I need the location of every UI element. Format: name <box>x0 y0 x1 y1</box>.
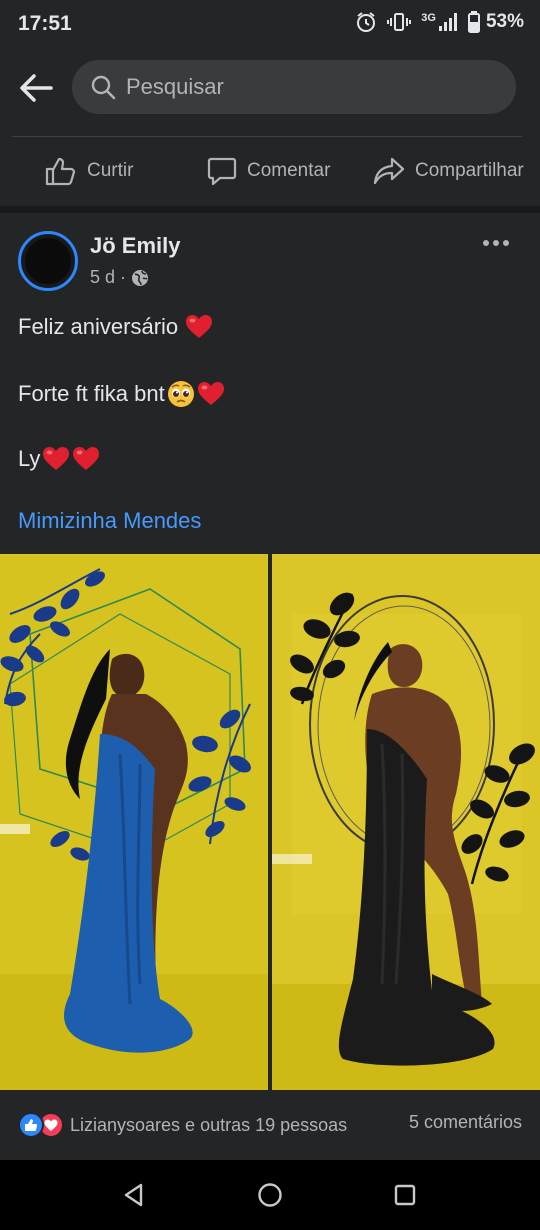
avatar[interactable] <box>18 231 78 291</box>
post-line: Forte ft fika bnt <box>18 380 225 408</box>
post-line-text: Forte ft fika bnt <box>18 381 165 406</box>
signal-icon <box>438 13 457 31</box>
status-icons: 3G 53% <box>355 11 524 33</box>
photo-image <box>0 554 268 1090</box>
post-time[interactable]: 5 d <box>90 267 115 288</box>
circle-home-icon <box>258 1183 282 1207</box>
heart-emoji-icon <box>186 315 213 338</box>
search-box[interactable] <box>72 60 516 114</box>
tagged-person-link[interactable]: Mimizinha Mendes <box>18 508 201 534</box>
system-nav-bar <box>0 1160 540 1230</box>
nav-recents-button[interactable] <box>385 1180 425 1210</box>
like-label: Curtir <box>87 160 134 181</box>
nav-back-button[interactable] <box>114 1180 154 1210</box>
reactions-summary[interactable]: Lizianysoares e outras 19 pessoas <box>18 1112 347 1138</box>
pleading-face-emoji-icon <box>167 381 194 407</box>
status-time: 17:51 <box>18 12 72 35</box>
heart-emoji-icon <box>73 447 100 470</box>
more-dot <box>493 240 499 246</box>
battery-percent: 53% <box>485 11 524 32</box>
more-dot <box>503 240 509 246</box>
author-name[interactable]: Jö Emily <box>90 233 180 259</box>
post-line-text: Feliz aniversário <box>18 314 179 339</box>
divider <box>12 136 522 137</box>
more-dots-icon <box>483 240 489 246</box>
photo-image <box>272 554 540 1090</box>
post-photo[interactable] <box>272 554 540 1090</box>
globe-icon <box>132 269 149 286</box>
network-type: 3G <box>421 12 436 24</box>
search-input[interactable] <box>126 74 486 100</box>
top-bar <box>0 50 540 126</box>
comment-label: Comentar <box>247 160 331 181</box>
alarm-icon <box>357 12 376 32</box>
post-photo[interactable] <box>0 554 268 1090</box>
share-label: Compartilhar <box>415 160 524 181</box>
thumbs-up-icon <box>45 157 76 186</box>
battery-icon <box>467 11 480 33</box>
nav-home-button[interactable] <box>250 1180 290 1210</box>
comments-count[interactable]: 5 comentários <box>409 1112 522 1133</box>
heart-emoji-icon <box>197 382 224 405</box>
like-button[interactable]: Curtir <box>45 156 133 186</box>
more-options-button[interactable] <box>476 233 516 253</box>
square-recents-icon <box>394 1184 416 1206</box>
share-button[interactable]: Compartilhar <box>373 156 524 186</box>
triangle-back-icon <box>124 1183 143 1207</box>
heart-emoji-icon <box>43 447 70 470</box>
comment-button[interactable]: Comentar <box>207 156 330 186</box>
avatar-image <box>25 238 71 284</box>
vibrate-icon <box>387 13 412 31</box>
search-icon <box>91 75 116 100</box>
status-bar: 17:51 3G 53% <box>0 0 540 50</box>
post-line: Feliz aniversário <box>18 314 213 340</box>
post-card: Jö Emily 5 d · Feliz aniversário Forte f… <box>0 213 540 1160</box>
speech-bubble-icon <box>207 157 237 186</box>
action-strip: Curtir Comentar Compartilhar <box>0 126 540 206</box>
back-button[interactable] <box>14 68 58 108</box>
share-arrow-icon <box>373 157 405 185</box>
post-meta: 5 d · <box>90 267 149 288</box>
post-line: Ly <box>18 446 100 472</box>
meta-separator: · <box>120 267 127 287</box>
arrow-left-icon <box>20 74 53 102</box>
like-reaction-icon <box>18 1112 44 1138</box>
post-line-text: Ly <box>18 446 41 471</box>
reactions-text: Lizianysoares e outras 19 pessoas <box>70 1114 348 1135</box>
